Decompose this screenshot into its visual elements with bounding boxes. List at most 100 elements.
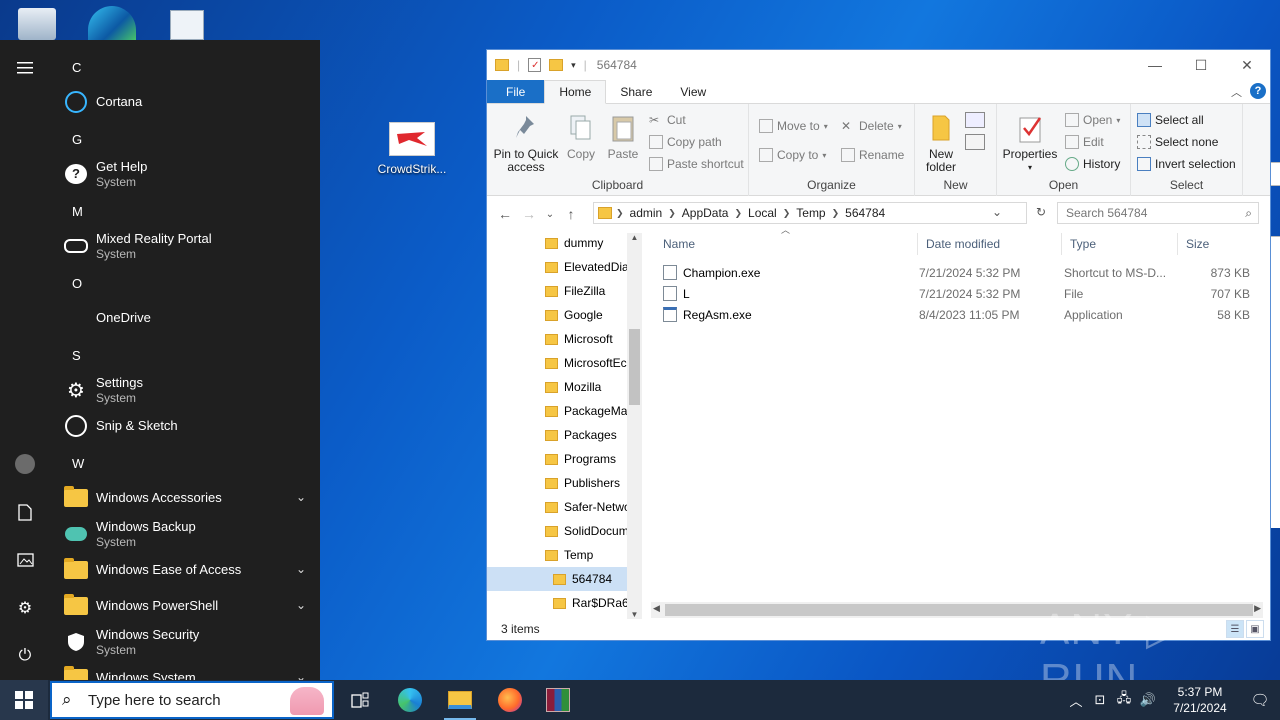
app-windows-system[interactable]: Windows System ⌄ (62, 660, 312, 680)
invert-selection-button[interactable]: Invert selection (1137, 154, 1236, 174)
edit-button[interactable]: Edit (1065, 132, 1104, 152)
section-letter-g[interactable]: G (72, 132, 82, 147)
breadcrumb-local[interactable]: Local (742, 206, 783, 220)
pin-quick-access-button[interactable]: Pin to Quick access (493, 112, 559, 174)
chevron-down-icon[interactable]: ⌄ (296, 670, 306, 680)
up-arrow-icon[interactable]: ↑ (559, 206, 583, 222)
edge-browser-icon[interactable] (386, 680, 434, 720)
device-icon[interactable]: ⊡ (1088, 692, 1112, 708)
recycle-bin-icon[interactable] (18, 8, 56, 40)
tree-item[interactable]: Publishers (545, 471, 627, 495)
app-windows-accessories[interactable]: Windows Accessories ⌄ (62, 480, 312, 516)
properties-qat-icon[interactable]: ✓ (528, 58, 542, 72)
minimize-icon[interactable]: — (1132, 50, 1178, 80)
section-letter-w[interactable]: W (72, 456, 84, 471)
copy-path-button[interactable]: Copy path (649, 132, 722, 152)
search-input[interactable]: Search 564784 ⌕ (1057, 202, 1259, 224)
select-all-button[interactable]: Select all (1137, 110, 1204, 130)
tree-item[interactable]: PackageMa (545, 399, 627, 423)
tab-file[interactable]: File (487, 80, 545, 103)
scroll-thumb[interactable] (629, 329, 640, 405)
copy-to-button[interactable]: Copy to ▾ (759, 145, 826, 165)
new-folder-qat-icon[interactable] (549, 59, 564, 71)
history-button[interactable]: History (1065, 154, 1120, 174)
chevron-right-icon[interactable]: ❯ (734, 208, 742, 219)
address-dropdown-icon[interactable]: ⌄ (992, 205, 1002, 219)
section-letter-c[interactable]: C (72, 60, 81, 75)
app-windows-ease-of-access[interactable]: Windows Ease of Access ⌄ (62, 552, 312, 588)
network-icon[interactable]: 🖧 (1112, 689, 1136, 711)
tree-item[interactable]: Programs (545, 447, 627, 471)
tree-item[interactable]: Microsoft (545, 327, 627, 351)
table-row[interactable]: L 7/21/2024 5:32 PM File 707 KB (661, 283, 1261, 304)
app-get-help[interactable]: ? Get Help System (62, 156, 312, 192)
collapse-ribbon-icon[interactable]: ︿ (1231, 84, 1242, 100)
tab-share[interactable]: Share (606, 80, 666, 103)
app-windows-powershell[interactable]: Windows PowerShell ⌄ (62, 588, 312, 624)
chevron-right-icon[interactable]: ❯ (616, 208, 624, 219)
task-view-icon[interactable] (336, 680, 384, 720)
chevron-down-icon[interactable]: ⌄ (296, 598, 306, 612)
firefox-icon[interactable] (486, 680, 534, 720)
chevron-down-icon[interactable]: ⌄ (296, 562, 306, 576)
maximize-icon[interactable]: ☐ (1178, 50, 1224, 80)
app-snip-sketch[interactable]: Snip & Sketch (62, 408, 312, 444)
breadcrumb-admin[interactable]: admin (624, 206, 669, 220)
tree-item[interactable]: ElevatedDia (545, 255, 627, 279)
clock[interactable]: 5:37 PM 7/21/2024 (1160, 684, 1240, 716)
breadcrumb-temp[interactable]: Temp (790, 206, 831, 220)
settings-gear-icon[interactable]: ⚙ (12, 595, 38, 621)
tree-item[interactable]: dummy (545, 233, 627, 255)
paste-shortcut-button[interactable]: Paste shortcut (649, 154, 744, 174)
new-folder-button[interactable]: New folder (921, 112, 961, 174)
chevron-right-icon[interactable]: ❯ (832, 208, 840, 219)
easy-access-icon[interactable] (965, 134, 985, 150)
tree-item[interactable]: Temp (545, 543, 627, 567)
app-windows-security[interactable]: Windows Security System (62, 624, 312, 660)
breadcrumb-current[interactable]: 564784 (839, 206, 891, 220)
breadcrumb[interactable]: ❯ admin ❯ AppData ❯ Local ❯ Temp ❯ 56478… (593, 202, 1046, 224)
chevron-right-icon[interactable]: ❯ (783, 208, 791, 219)
tab-home[interactable]: Home (544, 80, 607, 104)
user-avatar-icon[interactable] (12, 451, 38, 477)
app-mixed-reality-portal[interactable]: Mixed Reality Portal System (62, 228, 312, 264)
column-header-type[interactable]: Type (1062, 233, 1178, 255)
pictures-icon[interactable] (12, 547, 38, 573)
file-explorer-icon[interactable] (436, 680, 484, 720)
section-letter-s[interactable]: S (72, 348, 81, 363)
column-header-name[interactable]: Name (655, 233, 918, 255)
new-item-icon[interactable] (965, 112, 985, 128)
tree-item[interactable]: MicrosoftEc (545, 351, 627, 375)
breadcrumb-appdata[interactable]: AppData (676, 206, 735, 220)
move-to-button[interactable]: Move to ▾ (759, 116, 828, 136)
documents-icon[interactable] (12, 499, 38, 525)
tree-item[interactable]: Rar$DRa64 (553, 591, 627, 615)
app-cortana[interactable]: Cortana (62, 84, 312, 120)
volume-icon[interactable]: 🔊 (1136, 692, 1160, 708)
tree-item-selected[interactable]: 564784 (487, 567, 627, 591)
scroll-up-icon[interactable]: ▲ (627, 233, 642, 242)
tree-item[interactable]: SolidDocum (545, 519, 627, 543)
hamburger-menu-icon[interactable] (12, 55, 38, 81)
close-icon[interactable]: ✕ (1224, 50, 1270, 80)
cut-button[interactable]: ✂ Cut (649, 110, 686, 130)
select-none-button[interactable]: Select none (1137, 132, 1218, 152)
tree-item[interactable]: FileZilla (545, 279, 627, 303)
section-letter-o[interactable]: O (72, 276, 82, 291)
delete-button[interactable]: ✕ Delete ▾ (841, 116, 902, 136)
tree-item[interactable]: Mozilla (545, 375, 627, 399)
tree-item[interactable]: Packages (545, 423, 627, 447)
help-icon[interactable]: ? (1250, 83, 1266, 99)
notification-icon[interactable]: 🗨 (1240, 691, 1280, 709)
table-row[interactable]: RegAsm.exe 8/4/2023 11:05 PM Application… (661, 304, 1261, 325)
section-letter-m[interactable]: M (72, 204, 83, 219)
table-row[interactable]: Champion.exe 7/21/2024 5:32 PM Shortcut … (661, 262, 1261, 283)
copy-button[interactable]: Copy (563, 112, 599, 161)
chevron-right-icon[interactable]: ❯ (668, 208, 676, 219)
forward-arrow-icon[interactable]: → (517, 206, 541, 222)
app-onedrive[interactable]: OneDrive (62, 300, 312, 336)
windows-start-icon[interactable] (0, 680, 48, 720)
properties-button[interactable]: Properties ▾ (1001, 112, 1059, 174)
crowdstrike-desktop-icon[interactable]: CrowdStrik... (374, 122, 450, 176)
document-desktop-icon[interactable] (170, 10, 204, 40)
